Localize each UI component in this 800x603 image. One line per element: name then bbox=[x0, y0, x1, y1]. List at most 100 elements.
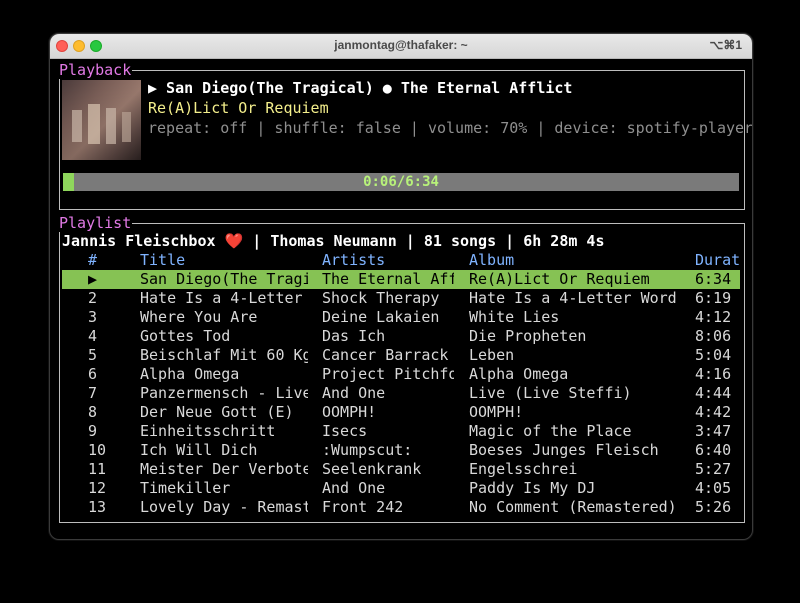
track-artists: Project Pitchfo bbox=[322, 365, 454, 383]
column-header-title: Title bbox=[140, 251, 186, 269]
track-row[interactable]: 9 Einheitsschritt Isecs Magic of the Place 3… bbox=[62, 422, 740, 441]
column-header-duration: Durat bbox=[695, 251, 740, 269]
playlist-meta: | Thomas Neumann | 81 songs | 6h 28m 4s bbox=[243, 232, 605, 250]
track-duration: 4:12 bbox=[695, 308, 732, 326]
track-artists: Das Ich bbox=[322, 327, 386, 345]
track-number: 6 bbox=[88, 365, 98, 383]
track-title: Einheitsschritt bbox=[140, 422, 276, 440]
heart-icon: ❤️ bbox=[224, 232, 244, 250]
window-title: janmontag@thafaker: ~ bbox=[334, 38, 468, 52]
track-album: Boeses Junges Fleisch bbox=[469, 441, 659, 459]
track-number: 12 bbox=[88, 479, 107, 497]
track-row[interactable]: 10 Ich Will Dich :Wumpscut: Boeses Junges F… bbox=[62, 441, 740, 460]
playback-panel-label: Playback bbox=[58, 61, 133, 79]
track-duration: 6:40 bbox=[695, 441, 732, 459]
now-playing-track: ▶ San Diego(The Tragical) ● The Eternal … bbox=[148, 79, 573, 97]
track-duration: 5:27 bbox=[695, 460, 732, 478]
track-album: Live (Live Steffi) bbox=[469, 384, 632, 402]
track-album: Leben bbox=[469, 346, 515, 364]
track-title: Der Neue Gott (E) bbox=[140, 403, 294, 421]
track-artists: Deine Lakaien bbox=[322, 308, 440, 326]
track-number: 9 bbox=[88, 422, 98, 440]
track-row[interactable]: 7 Panzermensch - Live And One Live (Live St… bbox=[62, 384, 740, 403]
track-title: Timekiller bbox=[140, 479, 231, 497]
track-row-selected[interactable]: ▶ San Diego(The Tragi The Eternal Aff Re(A)… bbox=[62, 270, 740, 289]
track-number: 13 bbox=[88, 498, 107, 516]
track-artists: Cancer Barrack bbox=[322, 346, 449, 364]
track-row[interactable]: 4 Gottes Tod Das Ich Die Propheten 8:06 bbox=[62, 327, 740, 346]
track-title: Alpha Omega bbox=[140, 365, 240, 383]
track-duration: 5:04 bbox=[695, 346, 732, 364]
track-number: 2 bbox=[88, 289, 98, 307]
track-title: Panzermensch - Live bbox=[140, 384, 308, 402]
track-title: Lovely Day - Remast bbox=[140, 498, 308, 516]
track-album: Paddy Is My DJ bbox=[469, 479, 596, 497]
track-artists: Shock Therapy bbox=[322, 289, 440, 307]
playback-panel: Playback ▶ San Diego(The Tragical) ● The… bbox=[58, 61, 752, 210]
now-playing-album: Re(A)Lict Or Requiem bbox=[148, 99, 329, 117]
track-artists: Isecs bbox=[322, 422, 368, 440]
track-row[interactable]: 8 Der Neue Gott (E) OOMPH! OOMPH! 4:42 bbox=[62, 403, 740, 422]
track-title: Gottes Tod bbox=[140, 327, 231, 345]
track-artists: Seelenkrank bbox=[322, 460, 422, 478]
track-artists: And One bbox=[322, 384, 386, 402]
terminal-content[interactable]: Playback ▶ San Diego(The Tragical) ● The… bbox=[50, 59, 752, 539]
track-number: 11 bbox=[88, 460, 107, 478]
track-artists: And One bbox=[322, 479, 386, 497]
track-title: Beischlaf Mit 60 Kg bbox=[140, 346, 308, 364]
track-row[interactable]: 12 Timekiller And One Paddy Is My DJ 4:05 bbox=[62, 479, 740, 498]
track-title: Meister Der Verbote bbox=[140, 460, 308, 478]
track-number: ▶ bbox=[88, 270, 98, 288]
track-artists: OOMPH! bbox=[322, 403, 377, 421]
window-titlebar[interactable]: janmontag@thafaker: ~ ⌥⌘1 bbox=[50, 34, 752, 59]
track-artists: Front 242 bbox=[322, 498, 404, 516]
track-album: Die Propheten bbox=[469, 327, 587, 345]
track-number: 5 bbox=[88, 346, 98, 364]
track-duration: 4:05 bbox=[695, 479, 732, 497]
track-duration: 6:34 bbox=[695, 270, 732, 288]
track-title: Where You Are bbox=[140, 308, 258, 326]
playlist-panel-label: Playlist bbox=[58, 214, 133, 232]
window-shortcut: ⌥⌘1 bbox=[709, 38, 742, 52]
column-header-number: # bbox=[88, 251, 98, 269]
track-album: Hate Is a 4-Letter Word bbox=[469, 289, 677, 307]
progress-time: 0:06/6:34 bbox=[363, 174, 439, 190]
terminal-window: janmontag@thafaker: ~ ⌥⌘1 Playback ▶ San… bbox=[49, 33, 753, 540]
album-cover-image bbox=[62, 80, 141, 160]
track-duration: 6:19 bbox=[695, 289, 732, 307]
column-header-album: Album bbox=[469, 251, 515, 269]
track-album: Alpha Omega bbox=[469, 365, 569, 383]
track-row[interactable]: 5 Beischlaf Mit 60 Kg Cancer Barrack Leben 5… bbox=[62, 346, 740, 365]
track-number: 3 bbox=[88, 308, 98, 326]
track-duration: 8:06 bbox=[695, 327, 732, 345]
column-header-artists: Artists bbox=[322, 251, 386, 269]
track-duration: 4:42 bbox=[695, 403, 732, 421]
track-title: Ich Will Dich bbox=[140, 441, 258, 459]
playlist-panel: Playlist Jannis Fleischbox ❤️ | Thomas N… bbox=[58, 214, 745, 523]
playlist-header: Jannis Fleischbox ❤️ | Thomas Neumann | … bbox=[62, 232, 604, 250]
track-duration: 4:16 bbox=[695, 365, 732, 383]
progress-bar[interactable]: 0:06/6:34 bbox=[63, 173, 739, 191]
track-album: Engelsschrei bbox=[469, 460, 578, 478]
track-row[interactable]: 2 Hate Is a 4-Letter Shock Therapy Hate Is … bbox=[62, 289, 740, 308]
track-album: No Comment (Remastered) bbox=[469, 498, 677, 516]
track-album: Re(A)Lict Or Requiem bbox=[469, 270, 650, 288]
track-number: 7 bbox=[88, 384, 98, 402]
track-row[interactable]: 11 Meister Der Verbote Seelenkrank Engelssc… bbox=[62, 460, 740, 479]
track-album: Magic of the Place bbox=[469, 422, 632, 440]
track-title: San Diego(The Tragi bbox=[140, 270, 308, 288]
track-album: OOMPH! bbox=[469, 403, 524, 421]
playlist-name: Jannis Fleischbox bbox=[62, 232, 225, 250]
track-row[interactable]: 3 Where You Are Deine Lakaien White Lies 4:1… bbox=[62, 308, 740, 327]
track-album: White Lies bbox=[469, 308, 560, 326]
track-number: 4 bbox=[88, 327, 98, 345]
track-duration: 5:26 bbox=[695, 498, 732, 516]
track-row[interactable]: 13 Lovely Day - Remast Front 242 No Comment… bbox=[62, 498, 740, 517]
playback-status: repeat: off | shuffle: false | volume: 7… bbox=[148, 119, 753, 137]
track-artists: The Eternal Aff bbox=[322, 270, 454, 288]
track-duration: 4:44 bbox=[695, 384, 732, 402]
track-artists: :Wumpscut: bbox=[322, 441, 413, 459]
track-row[interactable]: 6 Alpha Omega Project Pitchfo Alpha Omega 4:… bbox=[62, 365, 740, 384]
track-number: 10 bbox=[88, 441, 107, 459]
track-title: Hate Is a 4-Letter bbox=[140, 289, 303, 307]
